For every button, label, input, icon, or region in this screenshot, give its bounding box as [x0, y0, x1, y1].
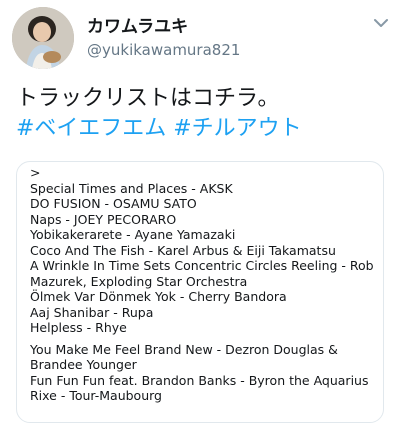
avatar-photo [12, 7, 74, 69]
tracklist-item: Coco And The Fish - Karel Arbus & Eiji T… [30, 242, 336, 258]
hashtag-bayfm[interactable]: #ベイエフエム [16, 116, 166, 141]
tracklist-item: DO FUSION - OSAMU SATO [30, 196, 197, 211]
tracklist-item: Yobikakerarete - Ayane Yamazaki [30, 227, 236, 242]
tracklist-item: You Make Me Feel Brand New - Dezron Doug… [30, 341, 338, 373]
user-handle[interactable]: @yukikawamura821 [87, 41, 240, 59]
tracklist-item: Ölmek Var Dönmek Yok - Cherry Bandora [30, 289, 287, 304]
tweet-text: トラックリストはコチラ。 #ベイエフエム #チルアウト [16, 84, 388, 144]
display-name[interactable]: カワムラユキ [87, 12, 188, 37]
tracklist-item: A Wrinkle In Time Sets Concentric Circle… [30, 258, 374, 289]
tracklist-item: Fun Fun Fun feat. Brandon Banks - Byron … [30, 372, 369, 388]
tracklist-item: Helpless - Rhye [30, 320, 127, 335]
tweet-body: トラックリストはコチラ。 [16, 86, 280, 111]
tracklist-item: Rixe - Tour-Maubourg [30, 388, 162, 403]
chevron-down-icon[interactable] [372, 14, 390, 32]
avatar[interactable] [12, 7, 74, 69]
tracklist-item: > [30, 165, 41, 180]
tracklist: > Special Times and Places - AKSK DO FUS… [30, 165, 375, 404]
hashtag-row: #ベイエフエム #チルアウト [16, 114, 388, 144]
hashtag-chillout[interactable]: #チルアウト [173, 116, 301, 141]
tracklist-item: Naps - JOEY PECORARO [30, 211, 177, 227]
tracklist-item: Special Times and Places - AKSK [30, 180, 233, 196]
tracklist-item: Aaj Shanibar - Rupa [30, 304, 154, 320]
